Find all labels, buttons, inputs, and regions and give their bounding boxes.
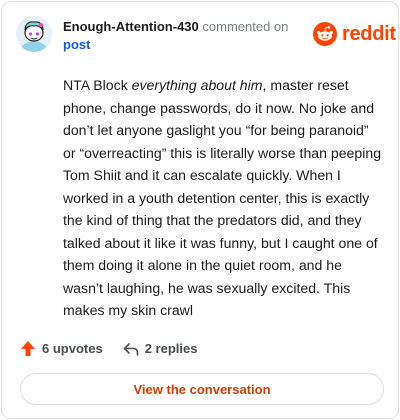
comment-header: Enough-Attention-430 commented on post (63, 18, 303, 54)
upvotes-count: 6 upvotes (42, 341, 103, 356)
commented-on-text: commented on (202, 19, 289, 34)
upvotes-button[interactable]: 6 upvotes (20, 340, 103, 357)
reply-arrow-icon (123, 342, 138, 356)
comment-actions: 6 upvotes 2 replies (20, 340, 197, 357)
reddit-alien-icon (313, 22, 337, 46)
author-username[interactable]: Enough-Attention-430 (63, 19, 199, 34)
comment-emphasis: everything about him (131, 77, 263, 93)
comment-text-start: NTA Block (63, 77, 132, 93)
avatar-snoo-icon (16, 16, 52, 52)
upvote-arrow-icon (21, 341, 35, 356)
view-conversation-button[interactable]: View the conversation (20, 373, 384, 405)
replies-button[interactable]: 2 replies (123, 341, 198, 356)
user-avatar[interactable] (16, 16, 52, 52)
reddit-wordmark: reddit (342, 22, 396, 45)
comment-text-rest: , master reset phone, change passwords, … (63, 77, 382, 318)
comment-body: NTA Block everything about him, master r… (63, 74, 383, 322)
replies-count: 2 replies (144, 341, 198, 356)
comment-card: Enough-Attention-430 commented on post r… (1, 1, 399, 419)
reddit-logo[interactable]: reddit (313, 22, 396, 46)
post-link[interactable]: post (63, 37, 90, 52)
